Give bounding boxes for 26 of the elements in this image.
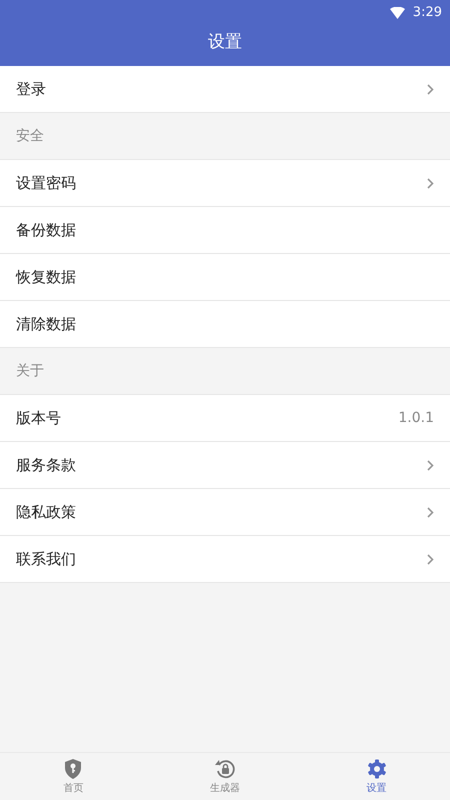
- settings-icon: [366, 758, 387, 778]
- clock: 3:29: [412, 4, 442, 22]
- settings-row[interactable]: 备份数据: [0, 207, 450, 254]
- row-label: 清除数据: [16, 314, 76, 335]
- row-label: 设置密码: [16, 172, 76, 194]
- row-label: 服务条款: [16, 454, 76, 476]
- settings-row[interactable]: 恢复数据: [0, 254, 450, 301]
- row-label: 隐私政策: [16, 502, 76, 523]
- shield-key-icon: [64, 758, 82, 778]
- row-label: 登录: [16, 78, 46, 100]
- row-label: 恢复数据: [16, 266, 76, 288]
- wifi-icon: [390, 7, 405, 19]
- page-title: 设置: [208, 32, 242, 52]
- version-value: 1.0.1: [398, 408, 434, 428]
- row-label: 联系我们: [16, 548, 76, 570]
- settings-row[interactable]: 隐私政策: [0, 489, 450, 536]
- row-label: 版本号: [16, 408, 61, 429]
- lock-refresh-icon: [214, 758, 236, 778]
- settings-row[interactable]: 清除数据: [0, 301, 450, 348]
- nav-tab[interactable]: 设置: [303, 753, 450, 800]
- settings-row[interactable]: 联系我们: [0, 536, 450, 583]
- row-label: 备份数据: [16, 220, 76, 241]
- settings-row[interactable]: 设置密码: [0, 160, 450, 207]
- settings-row[interactable]: 登录: [0, 66, 450, 113]
- settings-row[interactable]: 版本号 1.0.1: [0, 395, 450, 442]
- settings-row[interactable]: 服务条款: [0, 442, 450, 489]
